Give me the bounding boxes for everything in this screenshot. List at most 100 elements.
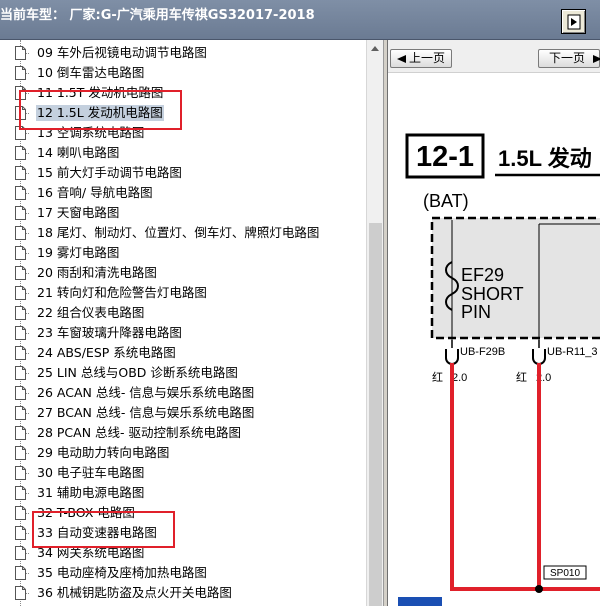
fuse-type-line-2: PIN	[461, 302, 491, 322]
tree-item-label: 30 电子驻车电路图	[37, 465, 145, 480]
connector-2-label: UB-R11_3	[547, 346, 598, 358]
document-icon	[15, 486, 26, 500]
panel-toggle-icon	[567, 14, 581, 30]
tree-item[interactable]: 23 车窗玻璃升降器电路图	[0, 323, 366, 343]
tree-item-label: 23 车窗玻璃升降器电路图	[37, 325, 182, 340]
tree-item[interactable]: 10 倒车雷达电路图	[0, 63, 366, 83]
document-icon	[15, 266, 26, 280]
section-number: 12-1	[416, 141, 474, 173]
document-icon	[15, 146, 26, 160]
document-icon	[15, 246, 26, 260]
tree-item[interactable]: 15 前大灯手动调节电路图	[0, 163, 366, 183]
tree-item-label: 16 音响/ 导航电路图	[37, 185, 153, 200]
diagram-viewer[interactable]: 12-1 1.5L 发动 (BAT) EF29 SHORT PIN UB-F29…	[388, 40, 600, 606]
document-icon	[15, 526, 26, 540]
document-icon	[15, 326, 26, 340]
document-icon	[15, 406, 26, 420]
wire-1-color: 红	[432, 371, 443, 384]
prev-page-button[interactable]: 上一页	[390, 49, 452, 68]
tree-item-label: 10 倒车雷达电路图	[37, 65, 145, 80]
document-icon	[15, 506, 26, 520]
tree-item-label: 19 雾灯电路图	[37, 245, 120, 260]
document-icon	[15, 366, 26, 380]
wiring-diagram: 12-1 1.5L 发动 (BAT) EF29 SHORT PIN UB-F29…	[398, 133, 600, 606]
scroll-up-arrow-icon	[371, 46, 379, 51]
document-icon	[15, 446, 26, 460]
tree-item[interactable]: 30 电子驻车电路图	[0, 463, 366, 483]
document-icon	[15, 546, 26, 560]
scrollbar-thumb[interactable]	[369, 223, 382, 606]
panel-toggle-button[interactable]	[561, 9, 586, 34]
tree-scrollbar[interactable]	[366, 40, 383, 606]
title-bar: 当前车型： 厂家:G-广汽乘用车传祺GS32017-2018	[0, 0, 600, 40]
next-page-label: 下一页	[549, 51, 586, 65]
wire-1-gauge: 2.0	[452, 372, 467, 384]
scroll-up-button[interactable]	[367, 40, 383, 57]
tree-item[interactable]: 26 ACAN 总线- 信息与娱乐系统电路图	[0, 383, 366, 403]
tree-item-label: 35 电动座椅及座椅加热电路图	[37, 565, 207, 580]
document-icon	[15, 466, 26, 480]
arrow-left-icon	[397, 55, 406, 63]
tree-item[interactable]: 29 电动助力转向电路图	[0, 443, 366, 463]
tree-item-label: 09 车外后视镜电动调节电路图	[37, 45, 207, 60]
tree-item[interactable]: 20 雨刮和清洗电路图	[0, 263, 366, 283]
tree-item[interactable]: 25 LIN 总线与OBD 诊断系统电路图	[0, 363, 366, 383]
tree-item[interactable]: 17 天窗电路图	[0, 203, 366, 223]
wire-2-color: 红	[516, 371, 527, 384]
tree-item[interactable]: 27 BCAN 总线- 信息与娱乐系统电路图	[0, 403, 366, 423]
tree-item[interactable]: 14 喇叭电路图	[0, 143, 366, 163]
tree-item[interactable]: 21 转向灯和危险警告灯电路图	[0, 283, 366, 303]
tree-item[interactable]: 31 辅助电源电路图	[0, 483, 366, 503]
bottom-marker	[398, 597, 442, 606]
fuse-box	[430, 216, 600, 340]
tree-item-label: 24 ABS/ESP 系统电路图	[37, 345, 176, 360]
tree-item[interactable]: 22 组合仪表电路图	[0, 303, 366, 323]
document-icon	[15, 386, 26, 400]
fuse-type-line-1: SHORT	[461, 284, 524, 304]
document-icon	[15, 226, 26, 240]
fuse-name: EF29	[461, 265, 504, 285]
tree-item-label: 31 辅助电源电路图	[37, 485, 145, 500]
tree-item-label: 14 喇叭电路图	[37, 145, 120, 160]
document-icon	[15, 426, 26, 440]
tree-item[interactable]: 24 ABS/ESP 系统电路图	[0, 343, 366, 363]
document-icon	[15, 566, 26, 580]
tree-item-label: 29 电动助力转向电路图	[37, 445, 170, 460]
tree-item[interactable]: 19 雾灯电路图	[0, 243, 366, 263]
document-icon	[15, 46, 26, 60]
document-icon	[15, 186, 26, 200]
highlight-box-automatic-transmission	[32, 511, 175, 548]
tree-item[interactable]: 36 机械钥匙防盗及点火开关电路图	[0, 583, 366, 603]
prev-page-label: 上一页	[409, 51, 446, 65]
section-title: 1.5L 发动	[498, 146, 592, 171]
tree-item-label: 27 BCAN 总线- 信息与娱乐系统电路图	[37, 405, 255, 420]
tree-item[interactable]: 09 车外后视镜电动调节电路图	[0, 43, 366, 63]
tree-item-label: 25 LIN 总线与OBD 诊断系统电路图	[37, 365, 238, 380]
highlight-box-selected-item	[19, 90, 182, 130]
arrow-right-icon	[593, 55, 600, 63]
connector-1-icon	[445, 349, 459, 365]
connector-1-label: UB-F29B	[460, 346, 505, 358]
tree-item-label: 26 ACAN 总线- 信息与娱乐系统电路图	[37, 385, 255, 400]
next-page-button[interactable]: 下一页	[538, 49, 600, 68]
vehicle-model-title: 当前车型： 厂家:G-广汽乘用车传祺GS32017-2018	[0, 8, 315, 23]
document-icon	[15, 346, 26, 360]
document-icon	[15, 286, 26, 300]
tree-item[interactable]: 16 音响/ 导航电路图	[0, 183, 366, 203]
tree-item-label: 17 天窗电路图	[37, 205, 120, 220]
connector-2-icon	[532, 349, 546, 365]
tree-item-label: 15 前大灯手动调节电路图	[37, 165, 182, 180]
document-icon	[15, 206, 26, 220]
document-icon	[15, 66, 26, 80]
document-icon	[15, 166, 26, 180]
splice-label: SP010	[550, 568, 580, 579]
diagram-tree[interactable]: 09 车外后视镜电动调节电路图 10 倒车雷达电路图 11 1.5T 发动机电路图 1…	[0, 40, 366, 606]
tree-item-label: 20 雨刮和清洗电路图	[37, 265, 157, 280]
tree-item[interactable]: 28 PCAN 总线- 驱动控制系统电路图	[0, 423, 366, 443]
tree-item-label: 22 组合仪表电路图	[37, 305, 145, 320]
document-icon	[15, 306, 26, 320]
tree-item[interactable]: 35 电动座椅及座椅加热电路图	[0, 563, 366, 583]
tree-item[interactable]: 18 尾灯、制动灯、位置灯、倒车灯、牌照灯电路图	[0, 223, 366, 243]
tree-item-label: 18 尾灯、制动灯、位置灯、倒车灯、牌照灯电路图	[37, 225, 320, 240]
page-nav-bar: 上一页 下一页	[388, 40, 600, 73]
